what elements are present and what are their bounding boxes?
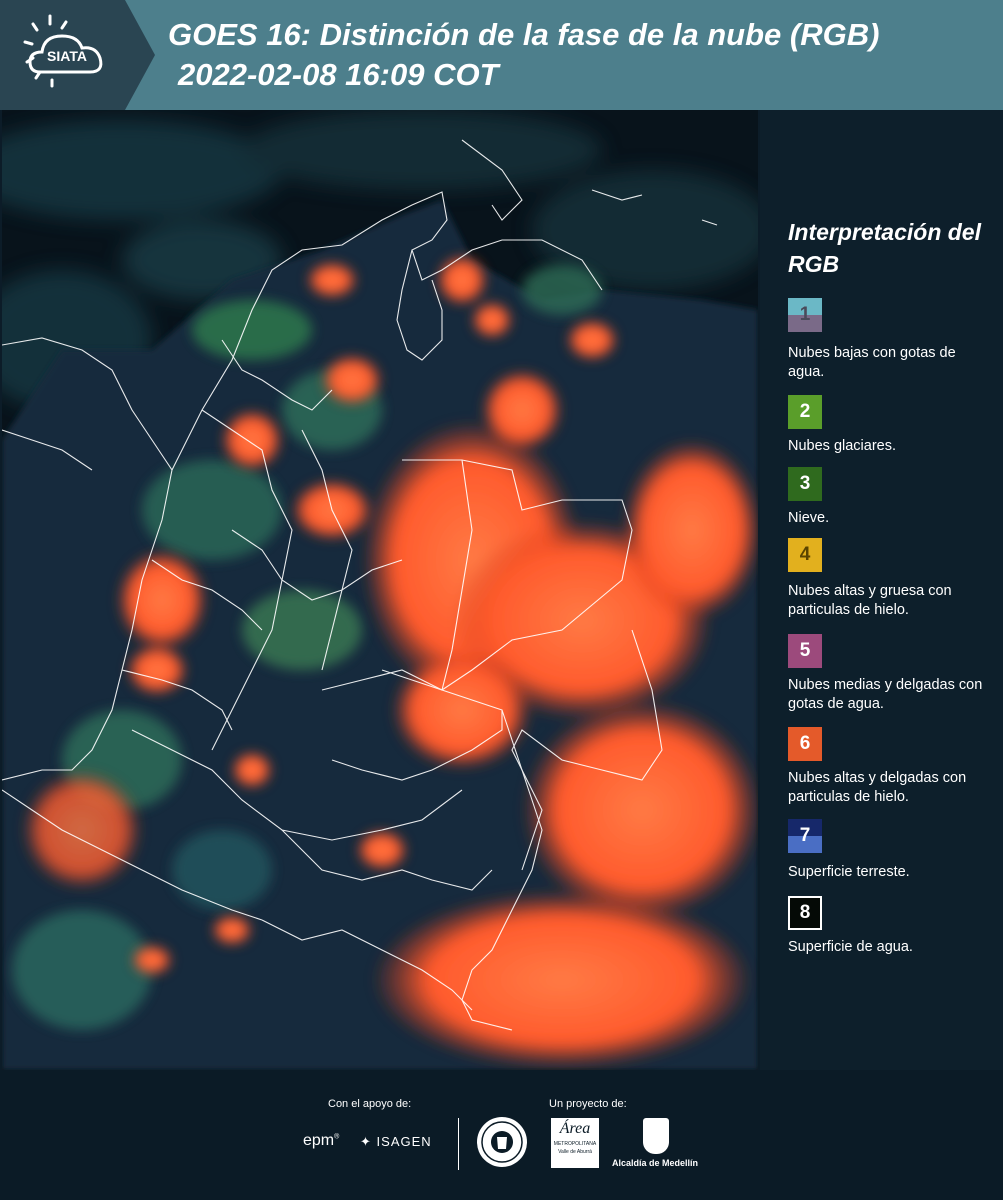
area-metropolitana-logo: Área METROPOLITANA Valle de Aburrá (551, 1118, 599, 1168)
isagen-logo: ✦ ISAGEN (360, 1134, 432, 1149)
project-label: Un proyecto de: (549, 1098, 627, 1110)
legend-label-1: Nubes bajas con gotas de agua. (788, 345, 956, 380)
alcaldia-label: Alcaldía de Medellín (612, 1158, 699, 1168)
legend-swatch-8: 8 (788, 896, 822, 930)
footer-divider (458, 1118, 459, 1170)
legend-label-3: Nieve. (788, 510, 830, 526)
legend-swatch-6: 6 (788, 727, 822, 761)
timestamp: 2022-02-08 16:09 COT (178, 57, 499, 92)
page-title: GOES 16: Distinción de la fase de la nub… (168, 17, 880, 52)
legend-swatch-3: 3 (788, 467, 822, 501)
logo-text: SIATA (47, 48, 87, 64)
footer: Con el apoyo de: Un proyecto de: epm® ✦ … (0, 1070, 1003, 1200)
satellite-map[interactable] (2, 110, 758, 1070)
alcaldia-shield-icon (643, 1118, 669, 1154)
legend-swatch-2: 2 (788, 395, 822, 429)
header-bar: SIATA GOES 16: Distinción de la fase de … (0, 0, 1003, 110)
legend-swatch-1: 1 (788, 298, 822, 332)
siata-logo: SIATA (0, 0, 155, 110)
isagen-icon: ✦ (360, 1134, 372, 1149)
support-label: Con el apoyo de: (328, 1098, 412, 1110)
medellin-seal-icon (477, 1117, 527, 1167)
legend-title: Interpretación del RGB (788, 219, 981, 277)
legend-label-4: Nubes altas y gruesa con particulas de h… (788, 583, 952, 618)
legend-label-2: Nubes glaciares. (788, 438, 896, 454)
legend-label-7: Superficie terreste. (788, 864, 910, 880)
legend-swatch-4: 4 (788, 538, 822, 572)
legend-label-6: Nubes altas y delgadas con particulas de… (788, 770, 967, 805)
epm-logo: epm® (303, 1132, 340, 1149)
legend-swatch-7: 7 (788, 819, 822, 853)
legend-label-8: Superficie de agua. (788, 939, 913, 955)
legend-swatch-5: 5 (788, 634, 822, 668)
legend-label-5: Nubes medias y delgadas con gotas de agu… (788, 677, 983, 712)
legend-panel: Interpretación del RGB 1 Nubes bajas con… (760, 110, 1003, 1070)
